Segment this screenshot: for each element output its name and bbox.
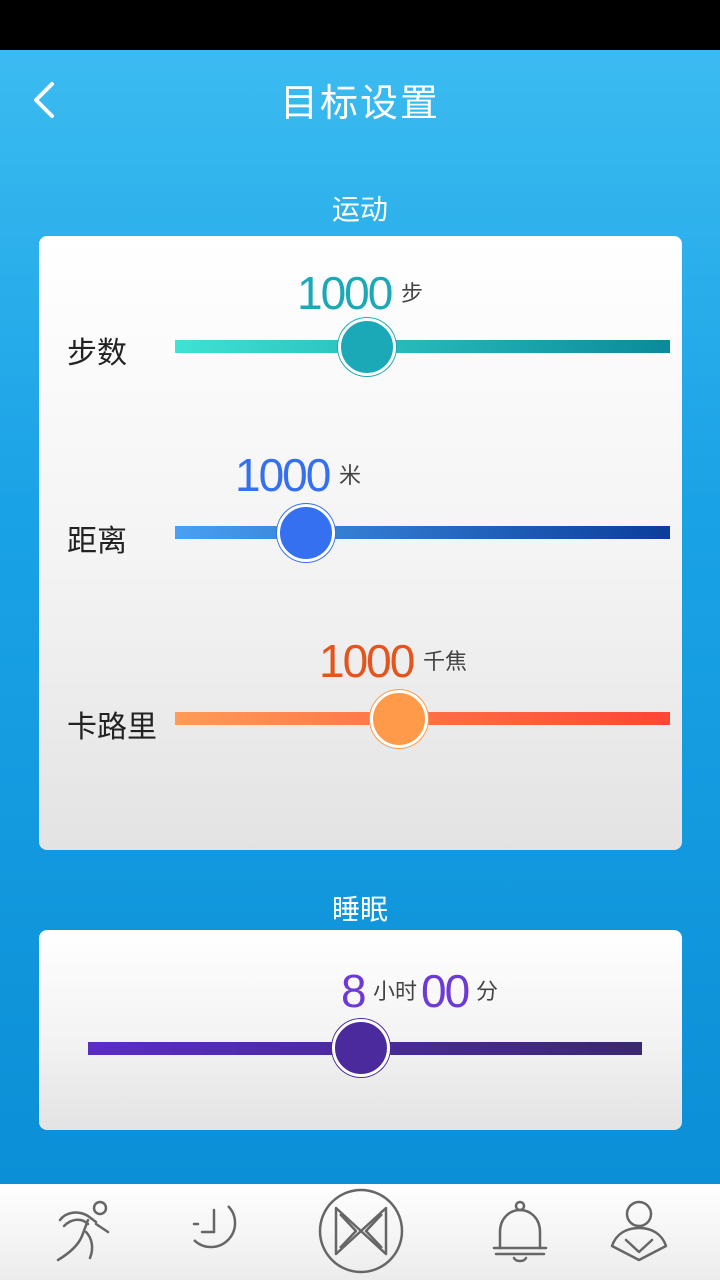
main-content: 目标设置 运动 步数 1000 步 距离 1000 米 卡路里 1000 千焦 … <box>0 50 720 1184</box>
sleep-hours-unit: 小时 <box>373 980 418 1005</box>
sleep-card: 8 小时 00 分 <box>39 930 682 1130</box>
nav-item-profile[interactable] <box>590 1184 690 1280</box>
steps-slider-track[interactable] <box>175 340 670 353</box>
calories-label: 卡路里 <box>67 710 157 745</box>
nav-item-alarm[interactable] <box>470 1184 570 1280</box>
steps-value: 1000 <box>297 267 393 319</box>
activity-icon <box>56 1200 110 1262</box>
nav-item-sleep[interactable] <box>170 1184 270 1280</box>
nav-item-activity[interactable] <box>40 1184 140 1280</box>
sleep-hours-value: 8 <box>341 965 367 1017</box>
exercise-card: 步数 1000 步 距离 1000 米 卡路里 1000 千焦 <box>39 236 682 850</box>
exercise-section-title: 运动 <box>331 193 388 226</box>
distance-label: 距离 <box>67 524 127 559</box>
distance-unit: 米 <box>339 464 362 489</box>
status-bar <box>0 0 720 50</box>
sleep-minutes-value: 00 <box>421 965 470 1017</box>
distance-slider-knob[interactable] <box>277 504 335 562</box>
sleep-section-title: 睡眠 <box>331 893 388 926</box>
nav-item-home[interactable] <box>316 1184 406 1280</box>
calories-unit: 千焦 <box>423 650 468 675</box>
distance-value: 1000 <box>235 449 331 501</box>
sleep-minutes-unit: 分 <box>476 980 499 1005</box>
steps-label: 步数 <box>67 336 127 371</box>
steps-slider-knob[interactable] <box>338 318 396 376</box>
steps-unit: 步 <box>401 282 424 307</box>
distance-slider-track[interactable] <box>175 526 670 539</box>
calories-value: 1000 <box>319 635 415 687</box>
sleep-moon-icon <box>192 1205 237 1249</box>
calories-slider-knob[interactable] <box>370 690 428 748</box>
page-title: 目标设置 <box>279 81 440 125</box>
alarm-bell-icon <box>492 1200 548 1263</box>
profile-icon <box>610 1200 668 1262</box>
bottom-nav-bar <box>0 1184 720 1280</box>
sleep-slider-knob[interactable] <box>332 1019 390 1077</box>
home-logo-icon <box>318 1188 404 1274</box>
